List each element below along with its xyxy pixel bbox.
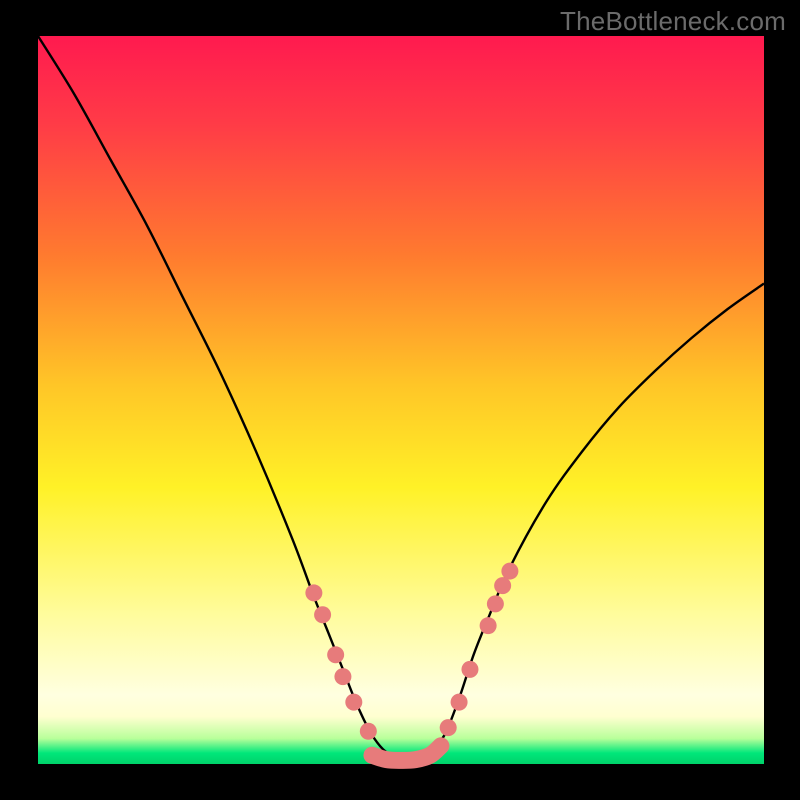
curve-dot (487, 595, 504, 612)
watermark-text: TheBottleneck.com (560, 6, 786, 37)
curve-dot (501, 563, 518, 580)
curve-dot (440, 719, 457, 736)
curve-dot (345, 694, 362, 711)
curve-dot (314, 606, 331, 623)
plot-background (38, 36, 764, 764)
curve-dot (480, 617, 497, 634)
chart-svg (0, 0, 800, 800)
curve-dot (494, 577, 511, 594)
curve-dot (451, 694, 468, 711)
bottleneck-chart: TheBottleneck.com (0, 0, 800, 800)
curve-dot (334, 668, 351, 685)
curve-dot (305, 584, 322, 601)
curve-dot (327, 646, 344, 663)
curve-dot (461, 661, 478, 678)
curve-dot (360, 723, 377, 740)
